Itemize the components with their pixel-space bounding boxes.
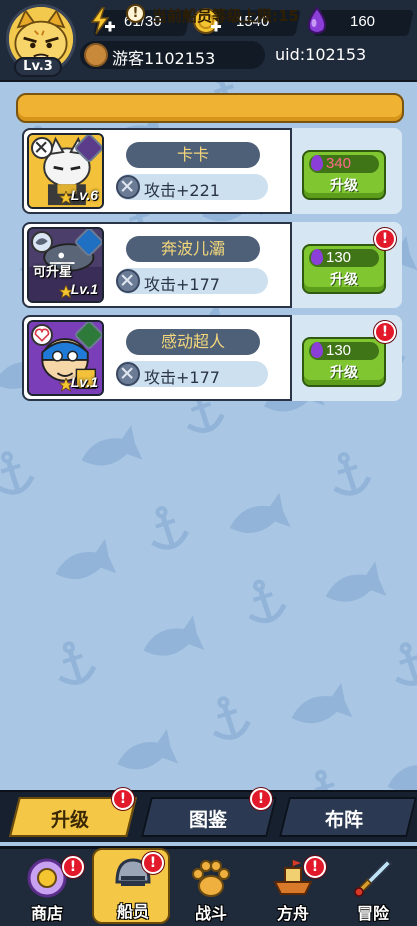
player-name-icon	[84, 43, 108, 67]
upgrade-label: 升级	[330, 272, 358, 288]
crew-attack-stat: 攻击+177	[144, 368, 220, 387]
crew-attack-stat: 攻击+177	[144, 275, 220, 294]
crew-name: 奔波儿灞	[126, 236, 260, 262]
crew-attack-stat: 攻击+221	[144, 181, 220, 200]
nav-label-ark: 方舟	[276, 904, 309, 923]
player-uid: uid:102153	[275, 45, 367, 64]
crew-role-icon	[31, 231, 53, 253]
crew-name: 卡卡	[126, 142, 260, 168]
sword-icon	[354, 858, 393, 897]
level-cap-text: 当前船员等级上限:15	[152, 7, 299, 25]
alert-badge: !	[112, 788, 134, 810]
alert-badge: !	[142, 852, 164, 874]
gem-icon	[311, 249, 323, 265]
crew-card[interactable]: Lv.6 卡卡 攻击+221 340 升级	[22, 128, 402, 214]
player-level: Lv.3	[14, 57, 62, 77]
tab-formation-label: 布阵	[324, 809, 363, 831]
nav-label-battle: 战斗	[194, 904, 227, 923]
paw-icon	[192, 860, 230, 897]
info-icon: !	[126, 4, 145, 23]
attack-icon	[116, 269, 140, 293]
level-cap-banner	[16, 93, 404, 123]
nav-label-shop: 商店	[30, 904, 63, 923]
crew-portrait: Lv.1	[27, 320, 104, 396]
crew-role-icon	[31, 324, 53, 346]
crew-card[interactable]: 可升星 Lv.1 奔波儿灞 攻击+177 130 升级 !	[22, 222, 402, 308]
nav-item-adventure[interactable]: 冒险	[334, 852, 412, 924]
tab-upgrade-label: 升级	[50, 809, 89, 831]
crew-level: Lv.1	[70, 281, 98, 297]
gem-icon	[311, 155, 323, 171]
star-up-tag: 可升星	[33, 265, 73, 280]
upgrade-cost: 130	[326, 249, 352, 266]
crew-level: Lv.1	[70, 374, 98, 390]
alert-badge: !	[374, 321, 396, 343]
crew-portrait: Lv.6	[27, 133, 104, 209]
upgrade-cost: 340	[326, 155, 352, 172]
alert-badge: !	[250, 788, 272, 810]
alert-badge: !	[304, 856, 326, 878]
crew-level: Lv.6	[70, 187, 98, 203]
tab-codex-label: 图鉴	[188, 809, 227, 831]
gems-value: 160	[350, 13, 376, 30]
energy-icon	[86, 6, 116, 36]
gem-icon	[302, 6, 332, 36]
player-name: 游客1102153	[112, 49, 216, 68]
alert-badge: !	[62, 856, 84, 878]
attack-icon	[116, 362, 140, 386]
attack-icon	[116, 175, 140, 199]
upgrade-label: 升级	[330, 365, 358, 381]
crew-role-icon	[31, 137, 53, 159]
crew-card[interactable]: Lv.1 感动超人 攻击+177 130 升级 !	[22, 315, 402, 401]
nav-label-adventure: 冒险	[356, 904, 389, 923]
upgrade-cost: 130	[326, 342, 352, 359]
alert-badge: !	[374, 228, 396, 250]
upgrade-label: 升级	[330, 178, 358, 194]
crew-portrait: 可升星 Lv.1	[27, 227, 104, 303]
crew-name: 感动超人	[126, 329, 260, 355]
nav-item-battle[interactable]: 战斗	[172, 852, 250, 924]
nav-label-crew: 船员	[116, 902, 149, 921]
gem-icon	[311, 342, 323, 358]
